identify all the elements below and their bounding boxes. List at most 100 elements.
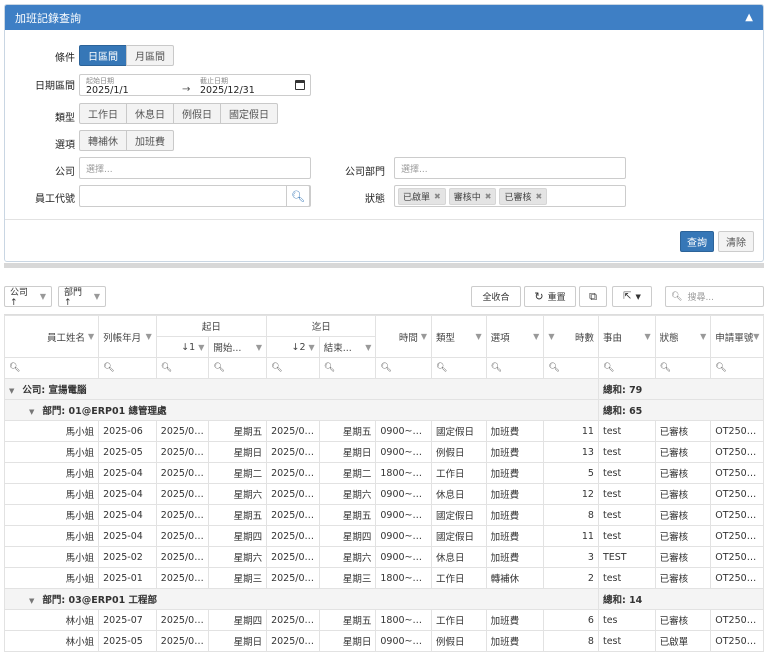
header-start-week[interactable]: 開始... ▼ (208, 336, 268, 358)
search-icon[interactable]: 🔍︎ (597, 357, 656, 379)
header-end-group: 迄日 (266, 315, 377, 337)
header-form-no[interactable]: 申請單號 ▼ (710, 315, 764, 358)
cell-month: 2025-01 (98, 567, 157, 589)
group-chip-dept[interactable]: 部門 ↑ ▼ (58, 286, 106, 308)
type-workday-button[interactable]: 工作日 (79, 103, 127, 124)
search-icon[interactable]: 🔍︎ (318, 357, 377, 379)
filter-icon[interactable]: ▼ (753, 332, 759, 341)
option-overtime-pay-button[interactable]: 加班費 (126, 130, 174, 151)
company-select[interactable]: 選擇... (79, 157, 311, 179)
filter-icon[interactable]: ▼ (88, 332, 94, 341)
table-row[interactable]: 馬小姐2025-012025/01/08星期三2025/01/08星期三1800… (3, 567, 764, 589)
filter-icon[interactable]: ▼ (309, 343, 315, 352)
cell-reason: tes (597, 609, 656, 631)
table-row[interactable]: 林小姐2025-052025/05/11星期日2025/05/11星期日0900… (3, 630, 764, 652)
search-icon[interactable]: 🔍︎ (98, 357, 157, 379)
header-name[interactable]: 員工姓名 ▼ (3, 315, 100, 358)
group-row-dept[interactable]: ▼ 部門: 01@ERP01 總管理處 總和: 65 (4, 399, 765, 421)
panel-header[interactable]: 加班記錄查詢 ▲ (5, 5, 763, 30)
caret-down-icon[interactable]: ▼ (29, 597, 34, 605)
type-regular-holiday-button[interactable]: 例假日 (173, 103, 221, 124)
search-icon[interactable]: 🔍︎ (286, 185, 310, 207)
table-row[interactable]: 馬小姐2025-052025/05/11星期日2025/05/11星期日0900… (3, 441, 764, 463)
option-comp-leave-button[interactable]: 轉補休 (79, 130, 127, 151)
type-national-holiday-button[interactable]: 國定假日 (220, 103, 278, 124)
table-row[interactable]: 馬小姐2025-042025/04/04星期五2025/04/04星期五0900… (3, 504, 764, 526)
refresh-icon: ↻ (534, 290, 544, 303)
close-icon[interactable]: ✖ (434, 192, 441, 201)
caret-down-icon[interactable]: ▼ (9, 387, 14, 395)
close-icon[interactable]: ✖ (485, 192, 492, 201)
filter-icon[interactable]: ▼ (533, 332, 539, 341)
grid-search-input[interactable]: 🔍︎ 搜尋... (665, 286, 764, 307)
filter-icon[interactable]: ▼ (476, 332, 482, 341)
caret-down-icon[interactable]: ▼ (29, 408, 34, 416)
filter-icon[interactable]: ▼ (94, 292, 100, 301)
condition-month-range-button[interactable]: 月區間 (126, 45, 174, 66)
search-icon[interactable]: 🔍︎ (3, 357, 100, 379)
search-icon[interactable]: 🔍︎ (654, 357, 712, 379)
reset-button[interactable]: ↻ 重置 (524, 286, 576, 307)
header-month[interactable]: 列帳年月 ▼ (98, 315, 157, 358)
header-option[interactable]: 選項 ▼ (485, 315, 545, 358)
dept-select[interactable]: 選擇... (394, 157, 626, 179)
group-chip-company[interactable]: 公司 ↑ ▼ (4, 286, 52, 308)
filter-icon[interactable]: ▼ (198, 343, 204, 352)
collapse-all-button[interactable]: 全收合 (471, 286, 521, 307)
filter-icon[interactable]: ▼ (256, 343, 262, 352)
close-icon[interactable]: ✖ (535, 192, 542, 201)
filter-icon[interactable]: ▼ (548, 332, 554, 341)
header-label: 類型 (436, 332, 456, 344)
header-end-date[interactable]: ↓2 ▼ (266, 336, 320, 358)
table-row[interactable]: 馬小姐2025-022025/02/15星期六2025/02/15星期六0900… (3, 546, 764, 568)
clear-button[interactable]: 清除 (718, 231, 754, 252)
header-label: 員工姓名 (46, 332, 85, 344)
filter-icon[interactable]: ▼ (700, 332, 706, 341)
table-row[interactable]: 馬小姐2025-062025/05/30星期五2025/05/30星期五0900… (3, 420, 764, 442)
search-icon[interactable]: 🔍︎ (208, 357, 268, 379)
table-row[interactable]: 林小姐2025-072025/06/26星期四2025/06/27星期五1800… (3, 609, 764, 631)
search-icon[interactable]: 🔍︎ (710, 357, 764, 379)
overtime-grid: 員工姓名 ▼ 列帳年月 ▼ 起日 迄日 時間 ▼ 類型 ▼ 選項 ▼ ▼ 時數 事由 ▼ 狀態… (3, 314, 765, 652)
group-row-company[interactable]: ▼ 公司: 宣揚電腦 總和: 79 (4, 378, 765, 400)
status-select[interactable]: 已啟單 ✖ 審核中 ✖ 已審核 ✖ (394, 185, 626, 207)
table-row[interactable]: 馬小姐2025-042025/04/08星期二2025/04/08星期二1800… (3, 462, 764, 484)
chevron-up-icon[interactable]: ▲ (745, 12, 753, 23)
header-start-date[interactable]: ↓1 ▼ (155, 336, 210, 358)
header-hours[interactable]: ▼ 時數 (543, 315, 599, 358)
search-icon[interactable]: 🔍︎ (266, 357, 320, 379)
date-range-field[interactable]: 起始日期 2025/1/1 → 截止日期 2025/12/31 (79, 74, 311, 96)
group-row-dept[interactable]: ▼ 部門: 03@ERP01 工程部 總和: 14 (4, 588, 765, 610)
export-button[interactable]: ⇱ ▼ (612, 286, 652, 307)
search-icon[interactable]: 🔍︎ (543, 357, 599, 379)
export-icon: ⇱ (623, 291, 632, 302)
header-reason[interactable]: 事由 ▼ (597, 315, 656, 358)
search-icon[interactable]: 🔍︎ (375, 357, 433, 379)
query-button[interactable]: 查詢 (680, 231, 714, 252)
header-time[interactable]: 時間 ▼ (375, 315, 433, 358)
filter-icon[interactable]: ▼ (40, 292, 46, 301)
search-icon[interactable]: 🔍︎ (155, 357, 210, 379)
calendar-icon[interactable] (295, 80, 305, 90)
filter-icon[interactable]: ▼ (644, 332, 650, 341)
filter-icon[interactable]: ▼ (421, 332, 427, 341)
cell-hours: 5 (543, 462, 599, 484)
filter-icon[interactable]: ▼ (146, 332, 152, 341)
search-icon[interactable]: 🔍︎ (431, 357, 487, 379)
type-restday-button[interactable]: 休息日 (126, 103, 174, 124)
table-row[interactable]: 馬小姐2025-042025/04/03星期四2025/04/03星期四0900… (3, 525, 764, 547)
cell-hours: 3 (543, 546, 599, 568)
cell-month: 2025-04 (98, 483, 157, 505)
header-end-week[interactable]: 結束... ▼ (318, 336, 377, 358)
cell-end-week: 星期五 (318, 609, 377, 631)
search-icon[interactable]: 🔍︎ (485, 357, 545, 379)
cell-start-week: 星期二 (208, 462, 268, 484)
table-row[interactable]: 馬小姐2025-042025/04/05星期六2025/04/05星期六0900… (3, 483, 764, 505)
header-type[interactable]: 類型 ▼ (431, 315, 487, 358)
header-status[interactable]: 狀態 ▼ (654, 315, 712, 358)
header-label: 選項 (490, 332, 510, 344)
condition-day-range-button[interactable]: 日區間 (79, 45, 127, 66)
copy-button[interactable]: ⧉ (579, 286, 607, 307)
filter-icon[interactable]: ▼ (365, 343, 371, 352)
employee-id-input[interactable]: 🔍︎ (79, 185, 311, 207)
